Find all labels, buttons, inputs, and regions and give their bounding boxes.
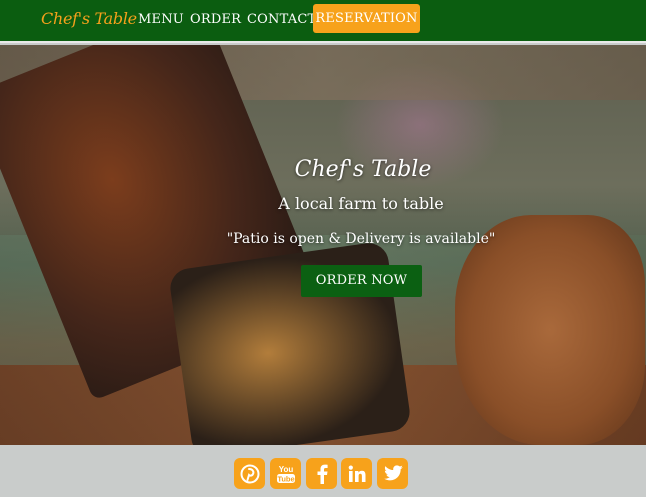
hero-announcement: "Patio is open & Delivery is available" bbox=[226, 231, 496, 247]
nav-link-menu[interactable]: MENU bbox=[138, 12, 184, 27]
order-now-button[interactable]: ORDER NOW bbox=[301, 265, 422, 297]
twitter-icon[interactable] bbox=[377, 458, 408, 489]
svg-text:Tube: Tube bbox=[277, 474, 294, 483]
reservation-button[interactable]: RESERVATION bbox=[313, 4, 420, 33]
hero-subtitle: A local farm to table bbox=[278, 194, 444, 213]
linkedin-icon[interactable] bbox=[341, 458, 372, 489]
hero-cutting-board-image bbox=[455, 215, 645, 445]
hero-section: Chef's Table A local farm to table "Pati… bbox=[0, 45, 646, 445]
pinterest-icon[interactable] bbox=[234, 458, 265, 489]
youtube-icon[interactable]: You Tube bbox=[270, 458, 301, 489]
footer: You Tube bbox=[0, 445, 646, 497]
nav-link-order[interactable]: ORDER bbox=[190, 12, 241, 27]
brand-logo[interactable]: Chef's Table bbox=[41, 9, 137, 28]
nav-link-contact[interactable]: CONTACT bbox=[247, 12, 316, 27]
facebook-icon[interactable] bbox=[306, 458, 337, 489]
top-navbar: Chef's Table MENU ORDER CONTACT RESERVAT… bbox=[0, 0, 646, 43]
hero-title: Chef's Table bbox=[294, 157, 432, 182]
svg-text:You: You bbox=[278, 465, 293, 474]
